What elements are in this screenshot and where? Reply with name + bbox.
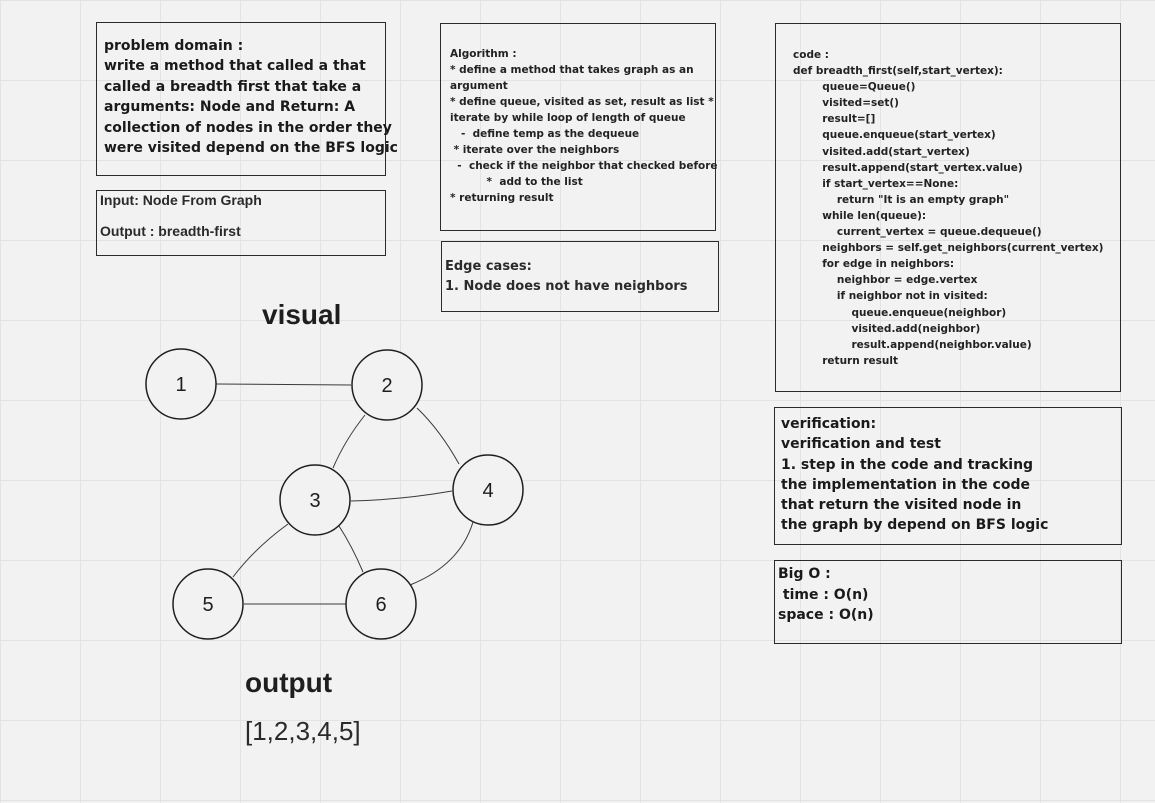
edge-3-5: [232, 523, 289, 578]
edge-4-6: [409, 521, 474, 586]
node-label: 5: [202, 594, 213, 616]
graph-node: 4: [452, 454, 524, 526]
graph-node: 1: [145, 348, 217, 420]
graph-nodes: 1 2 3 4 5 6: [145, 348, 524, 640]
graph-node: 2: [351, 349, 423, 421]
edge-1-2: [215, 383, 352, 386]
edge-3-6: [338, 525, 364, 573]
output-value: [1,2,3,4,5]: [245, 716, 361, 746]
node-label: 1: [175, 374, 186, 396]
node-label: 2: [381, 375, 392, 397]
graph-node: 3: [279, 464, 351, 536]
node-label: 4: [482, 480, 493, 502]
output-title: output: [245, 667, 333, 698]
node-label: 3: [309, 490, 320, 512]
graph-node: 5: [172, 568, 244, 640]
graph-node: 6: [345, 568, 417, 640]
edge-2-3: [332, 414, 366, 469]
edge-3-4: [350, 490, 453, 502]
graph-diagram: 1 2 3 4 5 6: [145, 348, 524, 640]
edge-2-4: [416, 407, 460, 465]
node-label: 6: [375, 594, 386, 616]
